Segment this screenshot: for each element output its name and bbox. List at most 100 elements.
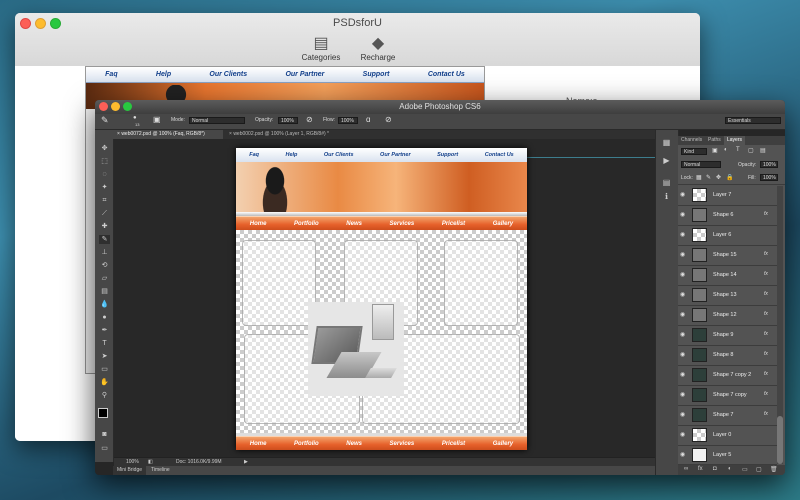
adjustments-panel-icon[interactable]: ▤: [661, 178, 672, 188]
stamp-tool-icon[interactable]: ⊥: [99, 248, 110, 257]
lasso-tool-icon[interactable]: ◌: [99, 170, 110, 179]
layer-row[interactable]: ◉ Layer 7: [678, 186, 777, 206]
opacity-field[interactable]: 100%: [278, 117, 298, 124]
brush-panel-icon[interactable]: ▣: [153, 115, 161, 124]
doc-top-nav-item[interactable]: Support: [437, 152, 458, 158]
eyedropper-tool-icon[interactable]: ⟋: [99, 209, 110, 218]
blur-tool-icon[interactable]: 💧: [99, 300, 110, 309]
eye-icon[interactable]: ◉: [680, 391, 687, 398]
layer-row[interactable]: ◉ Shape 9 fx: [678, 326, 777, 346]
filter-pixel-icon[interactable]: ▣: [712, 147, 718, 154]
filter-shape-icon[interactable]: ▢: [748, 147, 754, 154]
eye-icon[interactable]: ◉: [680, 211, 687, 218]
history-brush-tool-icon[interactable]: ⟲: [99, 261, 110, 270]
screen-mode-icon[interactable]: ▭: [99, 444, 110, 453]
fx-icon[interactable]: fx: [764, 271, 768, 277]
recharge-button[interactable]: ◆ Recharge: [338, 35, 418, 62]
lock-pixels-icon[interactable]: ✎: [706, 174, 711, 181]
layer-row[interactable]: ◉ Shape 8 fx: [678, 346, 777, 366]
preview-nav-item[interactable]: Faq: [105, 71, 117, 78]
eye-icon[interactable]: ◉: [680, 271, 687, 278]
doc-tab-active[interactable]: × web0072.psd @ 100% (Faq, RGB/8*): [113, 130, 223, 139]
tab-mini-bridge[interactable]: Mini Bridge: [113, 466, 147, 475]
hand-tool-icon[interactable]: ✋: [99, 378, 110, 387]
healing-tool-icon[interactable]: ✚: [99, 222, 110, 231]
trash-icon[interactable]: 🗑: [770, 466, 778, 473]
adjustment-layer-icon[interactable]: ◐: [728, 466, 732, 472]
marquee-tool-icon[interactable]: ⬚: [99, 157, 110, 166]
doc-footer-nav-item[interactable]: Pricelist: [442, 441, 465, 447]
fx-icon[interactable]: fx: [764, 311, 768, 317]
doc-footer-nav-item[interactable]: Home: [250, 441, 267, 447]
preview-nav-item[interactable]: Our Clients: [209, 71, 247, 78]
lock-transparent-icon[interactable]: ▦: [696, 174, 702, 181]
status-menu-arrow-icon[interactable]: ▶: [244, 459, 248, 465]
zoom-tool-icon[interactable]: ⚲: [99, 391, 110, 400]
eye-icon[interactable]: ◉: [680, 331, 687, 338]
layer-row[interactable]: ◉ Shape 7 copy fx: [678, 386, 777, 406]
move-tool-icon[interactable]: ✥: [99, 144, 110, 153]
doc-top-nav-item[interactable]: Contact Us: [485, 152, 514, 158]
crop-tool-icon[interactable]: ⌗: [99, 196, 110, 205]
path-select-tool-icon[interactable]: ➤: [99, 352, 110, 361]
doc-top-nav-item[interactable]: Our Partner: [380, 152, 411, 158]
dodge-tool-icon[interactable]: ●: [99, 313, 110, 322]
quick-select-tool-icon[interactable]: ✦: [99, 183, 110, 192]
doc-footer-nav-item[interactable]: Portfolio: [294, 441, 319, 447]
doc-main-nav-item[interactable]: News: [346, 221, 362, 227]
filter-type-icon[interactable]: T: [736, 147, 740, 153]
layer-opacity-field[interactable]: 100%: [760, 161, 778, 168]
fx-icon[interactable]: fx: [764, 411, 768, 417]
mode-select[interactable]: Normal: [189, 117, 245, 124]
pen-tool-icon[interactable]: ✒: [99, 326, 110, 335]
layer-row[interactable]: ◉ Shape 6 fx: [678, 206, 777, 226]
layer-row[interactable]: ◉ Shape 13 fx: [678, 286, 777, 306]
layer-row[interactable]: ◉ Shape 14 fx: [678, 266, 777, 286]
doc-footer-nav-item[interactable]: News: [346, 441, 362, 447]
doc-main-nav-item[interactable]: Home: [250, 221, 267, 227]
foreground-color-swatch[interactable]: [98, 408, 108, 418]
layer-row[interactable]: ◉ Layer 0: [678, 426, 777, 446]
brush-preset-icon[interactable]: ●: [133, 115, 137, 121]
fill-field[interactable]: 100%: [760, 174, 778, 181]
doc-main-nav-item[interactable]: Gallery: [493, 221, 513, 227]
eye-icon[interactable]: ◉: [680, 351, 687, 358]
eye-icon[interactable]: ◉: [680, 371, 687, 378]
layer-row[interactable]: ◉ Shape 7 fx: [678, 406, 777, 426]
fx-icon[interactable]: fx: [764, 331, 768, 337]
fx-icon[interactable]: fx: [764, 391, 768, 397]
tab-channels[interactable]: Channels: [678, 136, 705, 145]
new-group-icon[interactable]: ▭: [742, 466, 748, 473]
eye-icon[interactable]: ◉: [680, 311, 687, 318]
eye-icon[interactable]: ◉: [680, 231, 687, 238]
doc-main-nav-item[interactable]: Pricelist: [442, 221, 465, 227]
pressure-size-icon[interactable]: ⊘: [385, 115, 392, 124]
type-tool-icon[interactable]: T: [99, 339, 110, 348]
doc-main-nav-item[interactable]: Services: [390, 221, 415, 227]
fx-icon[interactable]: fx: [764, 351, 768, 357]
preview-nav-item[interactable]: Help: [156, 71, 171, 78]
preview-nav-item[interactable]: Our Partner: [285, 71, 324, 78]
layer-style-icon[interactable]: fx: [698, 466, 703, 472]
shape-tool-icon[interactable]: ▭: [99, 365, 110, 374]
fx-icon[interactable]: fx: [764, 251, 768, 257]
eraser-tool-icon[interactable]: ▱: [99, 274, 110, 283]
eye-icon[interactable]: ◉: [680, 431, 687, 438]
fx-icon[interactable]: fx: [764, 371, 768, 377]
tab-layers[interactable]: Layers: [724, 136, 746, 145]
workspace-select[interactable]: Essentials: [725, 117, 781, 124]
lock-all-icon[interactable]: 🔒: [726, 174, 733, 181]
layer-row[interactable]: ◉ Layer 6: [678, 226, 777, 246]
lock-position-icon[interactable]: ✥: [716, 174, 721, 181]
gradient-tool-icon[interactable]: ▤: [99, 287, 110, 296]
layer-row[interactable]: ◉ Layer 5: [678, 446, 777, 465]
blend-mode-select[interactable]: Normal: [681, 161, 721, 168]
layer-mask-icon[interactable]: ◘: [713, 466, 717, 472]
eye-icon[interactable]: ◉: [680, 451, 687, 458]
pressure-opacity-icon[interactable]: ⊘: [306, 115, 313, 124]
doc-top-nav-item[interactable]: Our Clients: [324, 152, 354, 158]
brush-tool-icon[interactable]: ✎: [99, 235, 110, 244]
fx-icon[interactable]: fx: [764, 291, 768, 297]
preview-nav-item[interactable]: Support: [363, 71, 390, 78]
doc-top-nav-item[interactable]: Faq: [249, 152, 259, 158]
